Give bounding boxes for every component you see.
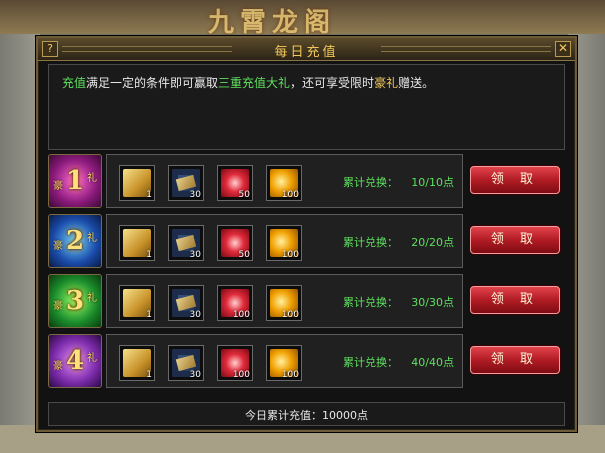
exchange-label: 累计兑换： bbox=[343, 236, 398, 249]
tier-4-badge: 豪 4 礼 bbox=[48, 334, 102, 388]
badge-number: 1 bbox=[65, 166, 85, 196]
exchange-progress: 10/10点 bbox=[411, 176, 454, 189]
tier-1-panel: 1 30 50 100 累计兑换： 10/10点 bbox=[106, 154, 463, 208]
claim-button-tier-2[interactable]: 领 取 bbox=[470, 226, 560, 254]
exchange-progress: 30/30点 bbox=[411, 296, 454, 309]
item-slot[interactable]: 1 bbox=[119, 285, 155, 321]
description-part-5: 豪礼 bbox=[374, 76, 399, 90]
item-count: 1 bbox=[146, 190, 152, 200]
titlebar: ? 每日充值 ✕ bbox=[38, 38, 575, 61]
tier-2-panel: 1 30 50 100 累计兑换： 20/20点 bbox=[106, 214, 463, 268]
badge-char-b: 礼 bbox=[87, 233, 97, 244]
tier-3-panel: 1 30 100 100 累计兑换： 30/30点 bbox=[106, 274, 463, 328]
item-slot[interactable]: 30 bbox=[168, 165, 204, 201]
item-slot[interactable]: 30 bbox=[168, 225, 204, 261]
item-count: 50 bbox=[238, 190, 250, 200]
tier-2-badge: 豪 2 礼 bbox=[48, 214, 102, 268]
description-part-6: 赠送。 bbox=[398, 76, 435, 90]
item-slot[interactable]: 1 bbox=[119, 345, 155, 381]
description-part-2: 满足一定的条件即可赢取 bbox=[86, 76, 219, 90]
close-button[interactable]: ✕ bbox=[555, 41, 571, 57]
background-left bbox=[0, 34, 40, 453]
item-count: 100 bbox=[232, 370, 250, 380]
item-count: 100 bbox=[281, 370, 299, 380]
item-slot[interactable]: 30 bbox=[168, 285, 204, 321]
exchange-label: 累计兑换： bbox=[343, 296, 398, 309]
item-slot[interactable]: 1 bbox=[119, 165, 155, 201]
item-slot[interactable]: 1 bbox=[119, 225, 155, 261]
claim-button-tier-3[interactable]: 领 取 bbox=[470, 286, 560, 314]
item-slot[interactable]: 100 bbox=[266, 165, 302, 201]
item-slot[interactable]: 100 bbox=[217, 345, 253, 381]
item-slot[interactable]: 30 bbox=[168, 345, 204, 381]
item-slot[interactable]: 100 bbox=[266, 225, 302, 261]
item-count: 30 bbox=[189, 370, 201, 380]
badge-number: 2 bbox=[65, 226, 85, 256]
exchange-progress: 20/20点 bbox=[411, 236, 454, 249]
badge-char-a: 豪 bbox=[53, 361, 63, 372]
item-count: 1 bbox=[146, 370, 152, 380]
item-count: 100 bbox=[232, 310, 250, 320]
description-part-1: 充值 bbox=[62, 76, 87, 90]
exchange-label: 累计兑换： bbox=[343, 176, 398, 189]
background-title: 九霄龙阁 bbox=[208, 8, 337, 38]
badge-char-b: 礼 bbox=[87, 293, 97, 304]
item-count: 1 bbox=[146, 310, 152, 320]
badge-char-a: 豪 bbox=[53, 241, 63, 252]
badge-char-b: 礼 bbox=[87, 173, 97, 184]
tier-4-panel: 1 30 100 100 累计兑换： 40/40点 bbox=[106, 334, 463, 388]
item-slot[interactable]: 100 bbox=[217, 285, 253, 321]
item-slot[interactable]: 50 bbox=[217, 165, 253, 201]
total-recharge-text: 今日累计充值：10000点 bbox=[245, 409, 368, 422]
badge-char-a: 豪 bbox=[53, 301, 63, 312]
tier-3-badge: 豪 3 礼 bbox=[48, 274, 102, 328]
badge-number: 3 bbox=[65, 286, 85, 316]
item-count: 100 bbox=[281, 310, 299, 320]
exchange-progress: 40/40点 bbox=[411, 356, 454, 369]
claim-button-tier-1[interactable]: 领 取 bbox=[470, 166, 560, 194]
exchange-label: 累计兑换： bbox=[343, 356, 398, 369]
item-count: 30 bbox=[189, 190, 201, 200]
item-count: 100 bbox=[281, 190, 299, 200]
badge-char-a: 豪 bbox=[53, 181, 63, 192]
footer-bar: 今日累计充值：10000点 bbox=[48, 402, 565, 426]
item-slot[interactable]: 100 bbox=[266, 285, 302, 321]
item-slot[interactable]: 50 bbox=[217, 225, 253, 261]
description-part-3: 三重充值大礼 bbox=[218, 76, 291, 90]
item-count: 50 bbox=[238, 250, 250, 260]
badge-number: 4 bbox=[65, 346, 85, 376]
badge-char-b: 礼 bbox=[87, 353, 97, 364]
claim-button-tier-4[interactable]: 领 取 bbox=[470, 346, 560, 374]
description-text: 充值满足一定的条件即可赢取三重充值大礼，还可享受限时豪礼赠送。 bbox=[62, 74, 434, 91]
item-count: 100 bbox=[281, 250, 299, 260]
item-count: 1 bbox=[146, 250, 152, 260]
daily-recharge-window: ? 每日充值 ✕ 充值满足一定的条件即可赢取三重充值大礼，还可享受限时豪礼赠送。… bbox=[36, 36, 577, 432]
tier-1-badge: 豪 1 礼 bbox=[48, 154, 102, 208]
item-count: 30 bbox=[189, 310, 201, 320]
item-slot[interactable]: 100 bbox=[266, 345, 302, 381]
title-ornament-right bbox=[381, 46, 551, 52]
description-part-4: ，还可享受限时 bbox=[290, 76, 375, 90]
item-count: 30 bbox=[189, 250, 201, 260]
